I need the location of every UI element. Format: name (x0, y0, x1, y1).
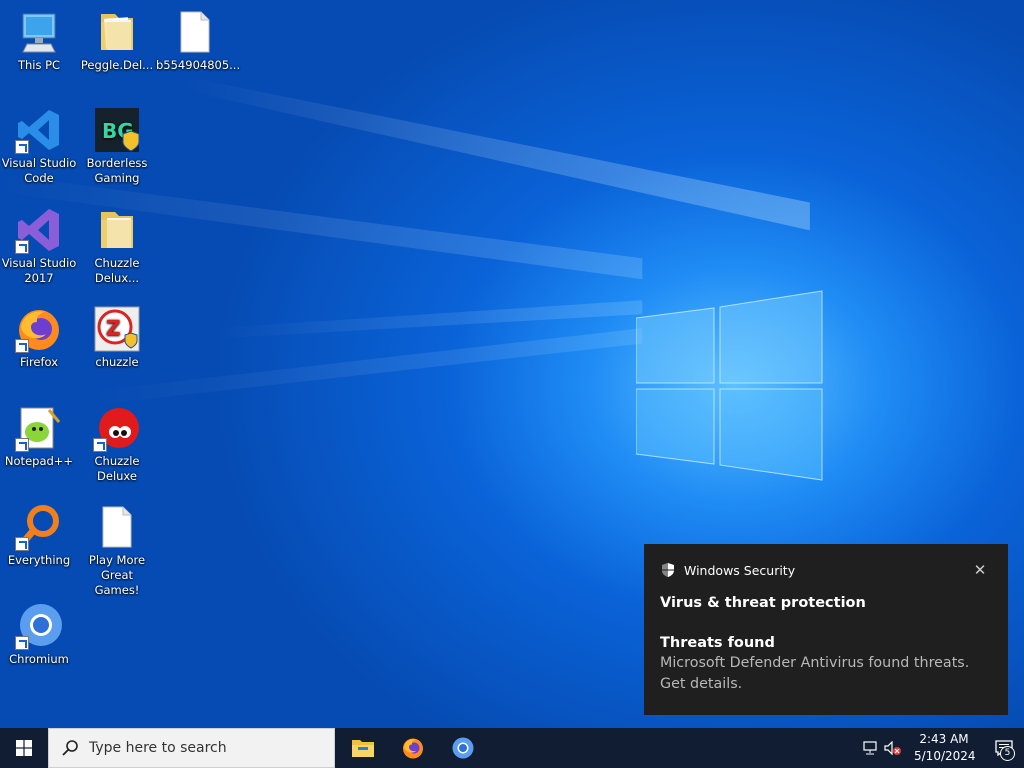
taskbar: Type here to search 2:43 AM 5/10/2024 5 (0, 728, 1024, 768)
system-tray: 2:43 AM 5/10/2024 5 (860, 728, 1024, 768)
chuzzle-app-icon: Z (94, 306, 140, 352)
desktop-icon-chuzzle-folder[interactable]: Chuzzle Delux... (78, 206, 156, 286)
desktop-icon-chromium[interactable]: Chromium (0, 602, 78, 667)
desktop-icon-label: This PC (17, 58, 61, 72)
desktop-icon-label: Visual Studio 2017 (1, 256, 77, 285)
file-icon (102, 506, 132, 548)
desktop-icon-vscode[interactable]: Visual Studio Code (0, 106, 78, 186)
taskbar-chromium[interactable] (439, 728, 487, 768)
shortcut-arrow-icon (93, 438, 107, 452)
desktop-icon-label: Play More Great Games! (88, 553, 146, 597)
windows-start-icon (16, 740, 32, 756)
desktop-icon-label: Borderless Gaming (86, 156, 148, 185)
clock-time: 2:43 AM (919, 732, 969, 746)
notification-app-name: Windows Security (684, 562, 796, 578)
volume-muted-icon[interactable] (882, 728, 904, 768)
desktop-icon-everything[interactable]: Everything (0, 503, 78, 568)
desktop-icon-label: b554904805... (156, 58, 241, 72)
desktop-icon-label: Firefox (19, 355, 59, 369)
chromium-icon (452, 737, 474, 759)
desktop-icon-label: Everything (7, 553, 71, 567)
desktop-icon-notepadpp[interactable]: Notepad++ (0, 404, 78, 469)
shortcut-arrow-icon (15, 636, 29, 650)
notification-body: Microsoft Defender Antivirus found threa… (660, 655, 970, 692)
desktop-icon-play-more-great-games[interactable]: Play More Great Games! (78, 503, 156, 598)
desktop-icon-visual-studio-2017[interactable]: Visual Studio 2017 (0, 206, 78, 286)
desktop-icon-label: Chuzzle Delux... (94, 256, 140, 285)
action-center-button[interactable]: 5 (984, 728, 1024, 768)
taskbar-file-explorer[interactable] (339, 728, 387, 768)
search-icon (62, 740, 78, 756)
svg-text:Z: Z (106, 316, 121, 340)
desktop-icon-firefox[interactable]: Firefox (0, 305, 78, 370)
firefox-icon (403, 738, 423, 759)
close-icon[interactable]: ✕ (968, 558, 992, 582)
shortcut-arrow-icon (15, 438, 29, 452)
start-button[interactable] (0, 728, 48, 768)
search-placeholder: Type here to search (89, 740, 227, 756)
notification-count-badge: 5 (1000, 746, 1015, 761)
shortcut-arrow-icon (15, 140, 29, 154)
desktop-icon-label: Visual Studio Code (1, 156, 77, 185)
desktop-icon-this-pc[interactable]: This PC (0, 8, 78, 73)
desktop-icon-label: chuzzle (95, 355, 139, 369)
shortcut-arrow-icon (15, 537, 29, 551)
shortcut-arrow-icon (15, 339, 29, 353)
desktop-icon-label: Notepad++ (4, 454, 74, 468)
windows-logo-wallpaper (636, 290, 823, 481)
folder-icon (101, 14, 133, 50)
desktop-icon-b554904805[interactable]: b554904805... (156, 8, 241, 73)
folder-icon (101, 212, 133, 248)
network-icon[interactable] (860, 728, 882, 768)
notification-title: Virus & threat protection (660, 595, 866, 611)
borderless-gaming-icon: BG (95, 108, 140, 152)
shield-icon (662, 563, 674, 577)
desktop-icon-chuzzle[interactable]: Z chuzzle (78, 305, 156, 370)
file-explorer-icon (352, 740, 374, 757)
desktop-icon-label: Peggle.Del... (80, 58, 154, 72)
desktop-icon-chuzzle-deluxe[interactable]: Chuzzle Deluxe (78, 404, 156, 484)
computer-icon (22, 13, 56, 53)
desktop-icon-borderless-gaming[interactable]: BG Borderless Gaming (78, 106, 156, 186)
taskbar-search-box[interactable]: Type here to search (48, 728, 335, 768)
security-notification[interactable]: Windows Security ✕ Virus & threat protec… (644, 544, 1008, 715)
taskbar-firefox[interactable] (389, 728, 437, 768)
taskbar-clock[interactable]: 2:43 AM 5/10/2024 (904, 731, 984, 765)
shortcut-arrow-icon (15, 240, 29, 254)
desktop-icon-peggle-folder[interactable]: Peggle.Del... (78, 8, 156, 73)
clock-date: 5/10/2024 (914, 749, 976, 763)
file-icon (180, 11, 210, 53)
desktop-icon-label: Chuzzle Deluxe (94, 454, 140, 483)
desktop-icon-label: Chromium (9, 652, 69, 666)
notification-subtitle: Threats found (660, 635, 775, 651)
